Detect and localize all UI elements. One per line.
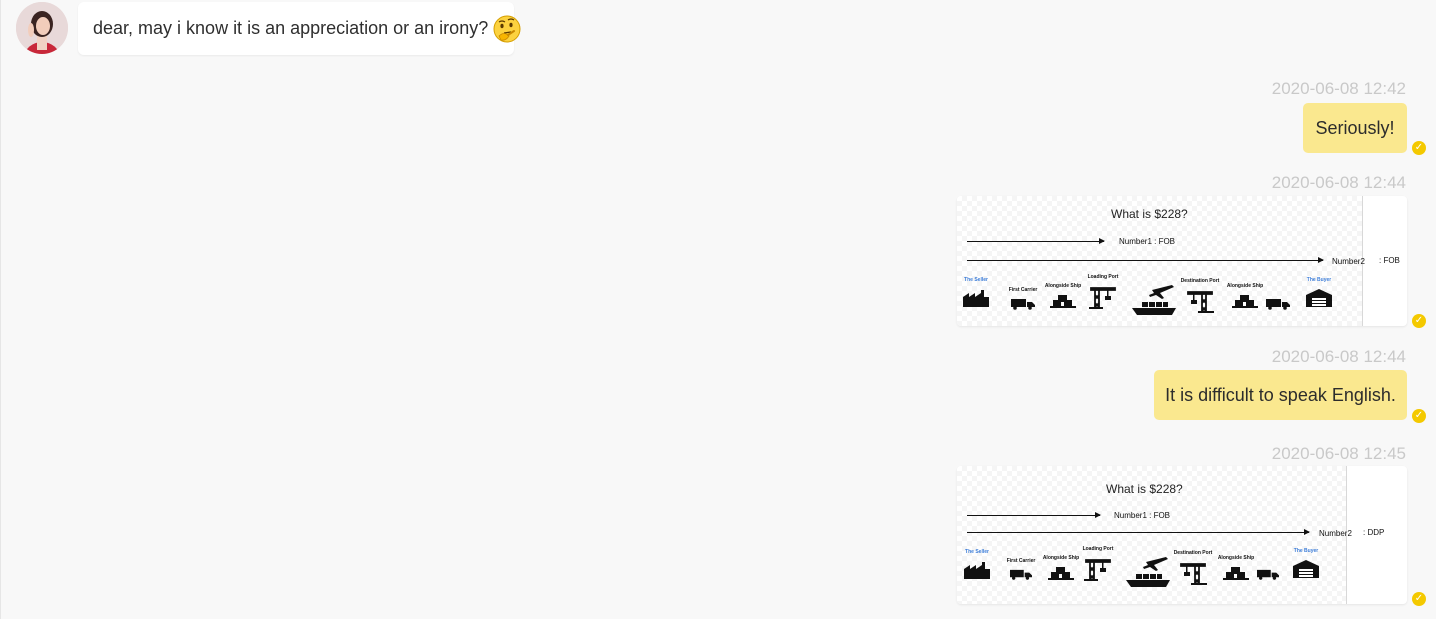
arrow-number2 (967, 257, 1324, 263)
image-message[interactable]: What is $228? Number1 : FOB Number2 : DD… (957, 466, 1407, 604)
thinking-face-icon (492, 14, 522, 44)
stage-seller: The Seller (961, 278, 991, 308)
figure-label-number2: Number2 (1319, 529, 1352, 538)
figure-label-number1: Number1 : FOB (1119, 237, 1176, 246)
stage-label: First Carrier (1008, 287, 1038, 293)
arrow-number1 (967, 238, 1105, 244)
stage-buyer: The Buyer (1302, 278, 1336, 308)
stage-last-carrier (1255, 559, 1281, 580)
figure-label-number2-value: : DDP (1363, 528, 1385, 537)
stage-alongside-ship: Alongside Ship (1042, 555, 1080, 580)
port-crane-icon (1089, 287, 1116, 309)
stage-label: Alongside Ship (1217, 555, 1255, 561)
stage-label: Loading Port (1082, 546, 1114, 552)
message-timestamp: 2020-06-08 12:42 (1271, 79, 1406, 98)
stage-loading-port: Loading Port (1087, 275, 1119, 309)
cargo-icon (1232, 295, 1258, 308)
truck-icon (1010, 569, 1032, 580)
avatar[interactable] (16, 2, 68, 54)
read-check-icon: ✓ (1412, 314, 1426, 328)
stage-seller: The Seller (962, 550, 992, 580)
stage-ship (1123, 546, 1173, 588)
stage-label: The Seller (965, 549, 989, 555)
port-crane-icon (1180, 563, 1207, 585)
stage-first-carrier: First Carrier (1005, 559, 1037, 580)
read-check-icon: ✓ (1412, 409, 1426, 423)
stage-label: The Buyer (1293, 548, 1319, 554)
incoming-message-bubble: dear, may i know it is an appreciation o… (78, 2, 521, 55)
factory-icon (963, 290, 989, 307)
cargo-icon (1048, 567, 1074, 580)
warehouse-icon (1293, 560, 1319, 578)
stage-destination-port: Destination Port (1180, 278, 1220, 313)
read-check-icon: ✓ (1412, 592, 1426, 606)
figure-title: What is $228? (1111, 207, 1188, 221)
stage-label: Alongside Ship (1044, 283, 1082, 289)
message-timestamp: 2020-06-08 12:44 (1271, 347, 1406, 366)
chat-window: dear, may i know it is an appreciation o… (0, 0, 1436, 619)
truck-icon (1011, 299, 1035, 310)
stage-alongside-ship-destination: Alongside Ship (1217, 555, 1255, 580)
outgoing-message-text: It is difficult to speak English. (1165, 384, 1396, 405)
stage-ship (1129, 274, 1179, 316)
cargo-icon (1223, 567, 1249, 580)
message-timestamp: 2020-06-08 12:45 (1271, 444, 1406, 463)
truck-icon (1257, 569, 1279, 580)
figure-label-number2: Number2 (1332, 257, 1365, 266)
outgoing-message-bubble: Seriously! (1303, 103, 1407, 153)
ship-plane-icon (1126, 557, 1170, 587)
ship-plane-icon (1132, 285, 1176, 315)
arrow-number2 (967, 529, 1310, 535)
stage-loading-port: Loading Port (1082, 547, 1114, 581)
port-crane-icon (1084, 559, 1111, 581)
cargo-icon (1050, 295, 1076, 308)
figure-label-number1: Number1 : FOB (1114, 511, 1171, 520)
incoming-message-text: dear, may i know it is an appreciation o… (93, 18, 489, 38)
stage-label: Alongside Ship (1226, 283, 1264, 289)
outgoing-message-bubble: It is difficult to speak English. (1154, 370, 1407, 420)
stage-label: Destination Port (1173, 550, 1213, 556)
stage-label: First Carrier (1006, 558, 1036, 564)
stage-label: The Buyer (1306, 277, 1332, 283)
stage-label: Alongside Ship (1042, 555, 1080, 561)
stage-destination-port: Destination Port (1173, 550, 1213, 585)
stage-alongside-ship-destination: Alongside Ship (1226, 283, 1264, 308)
figure-title: What is $228? (1106, 482, 1183, 496)
outgoing-message-text: Seriously! (1315, 117, 1395, 138)
factory-icon (964, 562, 990, 579)
stage-alongside-ship: Alongside Ship (1044, 283, 1082, 308)
stage-last-carrier (1265, 288, 1291, 310)
stage-label: Destination Port (1180, 278, 1220, 284)
message-timestamp: 2020-06-08 12:44 (1271, 173, 1406, 192)
stage-buyer: The Buyer (1289, 549, 1323, 579)
read-check-icon: ✓ (1412, 141, 1426, 155)
figure-label-number2-value: : FOB (1379, 256, 1400, 265)
image-message[interactable]: What is $228? Number1 : FOB Number2 : FO… (957, 196, 1407, 326)
stage-label: The Seller (964, 277, 988, 283)
stage-label: Loading Port (1087, 274, 1119, 280)
warehouse-icon (1306, 289, 1332, 307)
truck-icon (1266, 299, 1290, 310)
arrow-number1 (967, 512, 1101, 518)
stage-first-carrier: First Carrier (1007, 288, 1039, 310)
port-crane-icon (1187, 291, 1214, 313)
